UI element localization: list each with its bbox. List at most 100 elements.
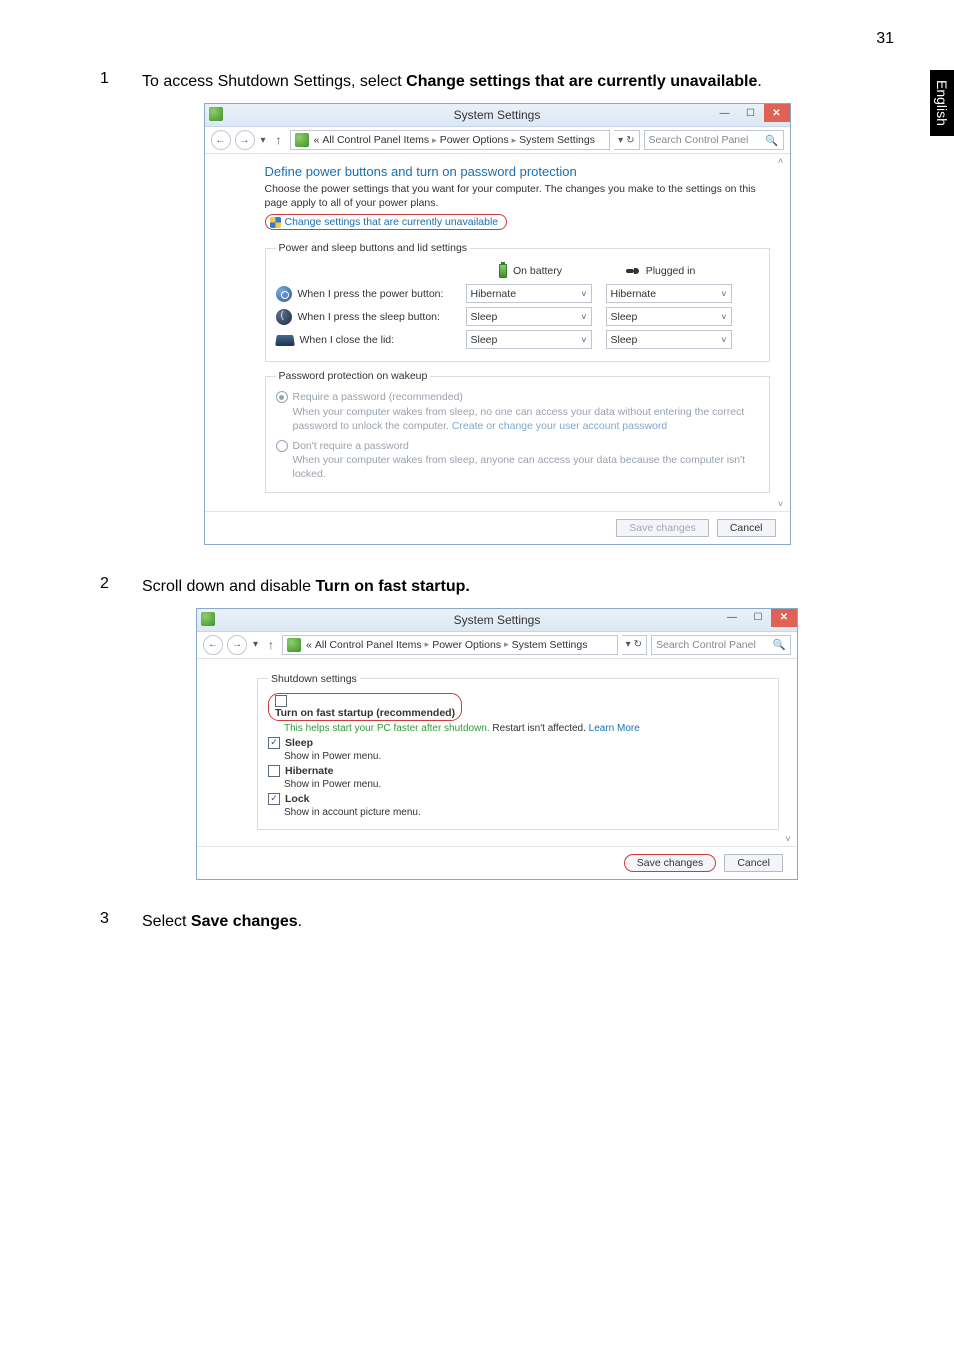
lock-checkbox[interactable]: ✓: [268, 793, 280, 805]
close-button[interactable]: ✕: [771, 609, 797, 627]
power-options-icon: [209, 107, 223, 121]
scroll-up-icon[interactable]: ˄: [774, 156, 788, 166]
group-legend: Password protection on wakeup: [276, 370, 431, 382]
close-button[interactable]: ✕: [764, 104, 790, 122]
sleep-button-battery-select[interactable]: Sleep˅: [466, 307, 592, 326]
sleep-checkbox[interactable]: ✓: [268, 737, 280, 749]
step-2-number: 2: [100, 575, 114, 598]
chevron-down-icon: ˅: [581, 289, 586, 299]
change-settings-link[interactable]: Change settings that are currently unava…: [265, 214, 508, 230]
fast-startup-label: Turn on fast startup (recommended): [275, 707, 455, 719]
window-title: System Settings: [454, 613, 541, 627]
sleep-button-icon: [276, 309, 292, 325]
titlebar: System Settings — ☐ ✕: [197, 609, 797, 632]
refresh-icon[interactable]: ↻: [626, 135, 634, 146]
chevron-down-icon: ˅: [721, 335, 726, 345]
require-password-radio[interactable]: [276, 391, 288, 403]
chevron-right-icon: ▸: [432, 135, 437, 146]
require-password-label: Require a password (recommended): [293, 391, 463, 403]
shutdown-settings-group: Shutdown settings Turn on fast startup (…: [257, 673, 779, 830]
create-password-link[interactable]: Create or change your user account passw…: [452, 420, 667, 432]
power-button-battery-select[interactable]: Hibernate˅: [466, 284, 592, 303]
history-dropdown-icon[interactable]: ▾: [259, 135, 268, 146]
page-description: Choose the power settings that you want …: [265, 183, 770, 210]
search-input[interactable]: Search Control Panel 🔍: [651, 635, 791, 655]
power-button-icon: [276, 286, 292, 302]
close-lid-label: When I close the lid:: [276, 334, 466, 346]
lock-label: Lock: [285, 793, 310, 805]
hibernate-checkbox[interactable]: [268, 765, 280, 777]
password-protection-group: Password protection on wakeup Require a …: [265, 370, 770, 492]
minimize-button[interactable]: —: [719, 609, 745, 627]
plugged-in-header: Plugged in: [596, 265, 726, 277]
power-options-icon: [295, 133, 309, 147]
history-dropdown-icon[interactable]: ▾: [251, 639, 260, 650]
shield-icon: [270, 217, 281, 228]
sleep-button-plugged-select[interactable]: Sleep˅: [606, 307, 732, 326]
power-button-label: When I press the power button:: [276, 286, 466, 302]
chevron-right-icon: ▸: [425, 639, 430, 650]
on-battery-header: On battery: [466, 264, 596, 278]
dropdown-icon[interactable]: ▾: [618, 135, 623, 146]
lock-description: Show in account picture menu.: [284, 807, 768, 818]
back-button[interactable]: ←: [211, 130, 231, 150]
save-changes-button[interactable]: Save changes: [624, 854, 717, 872]
titlebar: System Settings — ☐ ✕: [205, 104, 790, 127]
page-number: 31: [876, 30, 894, 48]
sleep-description: Show in Power menu.: [284, 751, 768, 762]
search-icon: 🔍: [773, 638, 786, 651]
system-settings-window-1: System Settings — ☐ ✕ ← → ▾ ↑ « All Cont…: [204, 103, 791, 544]
refresh-icon[interactable]: ↻: [634, 639, 642, 650]
battery-icon: [499, 264, 507, 278]
up-button[interactable]: ↑: [272, 133, 286, 147]
minimize-button[interactable]: —: [712, 104, 738, 122]
back-button[interactable]: ←: [203, 635, 223, 655]
maximize-button[interactable]: ☐: [738, 104, 764, 122]
chevron-down-icon: ˅: [581, 335, 586, 345]
window-title: System Settings: [454, 108, 541, 122]
fast-startup-checkbox[interactable]: [275, 695, 287, 707]
step-3-text: Select Save changes.: [142, 910, 302, 933]
breadcrumb[interactable]: « All Control Panel Items ▸ Power Option…: [282, 635, 618, 655]
group-legend: Power and sleep buttons and lid settings: [276, 242, 471, 254]
group-legend: Shutdown settings: [268, 673, 360, 685]
chevron-right-icon: ▸: [504, 639, 509, 650]
search-input[interactable]: Search Control Panel 🔍: [644, 130, 784, 150]
dont-require-password-radio[interactable]: [276, 440, 288, 452]
up-button[interactable]: ↑: [264, 638, 278, 652]
fast-startup-highlight: Turn on fast startup (recommended): [268, 693, 462, 721]
cancel-button[interactable]: Cancel: [724, 854, 783, 872]
scroll-down-icon[interactable]: ˅: [781, 834, 795, 844]
forward-button[interactable]: →: [235, 130, 255, 150]
power-sleep-group: Power and sleep buttons and lid settings…: [265, 242, 770, 362]
chevron-down-icon: ˅: [721, 289, 726, 299]
search-icon: 🔍: [765, 134, 778, 147]
power-button-plugged-select[interactable]: Hibernate˅: [606, 284, 732, 303]
fast-startup-description: This helps start your PC faster after sh…: [284, 723, 768, 734]
laptop-lid-icon: [275, 335, 295, 346]
power-options-icon: [201, 612, 215, 626]
breadcrumb[interactable]: « All Control Panel Items ▸ Power Option…: [290, 130, 611, 150]
dont-require-password-label: Don't require a password: [293, 440, 409, 452]
close-lid-battery-select[interactable]: Sleep˅: [466, 330, 592, 349]
maximize-button[interactable]: ☐: [745, 609, 771, 627]
hibernate-description: Show in Power menu.: [284, 779, 768, 790]
page-heading: Define power buttons and turn on passwor…: [265, 164, 770, 179]
step-1-number: 1: [100, 70, 114, 93]
scroll-down-icon[interactable]: ˅: [774, 499, 788, 509]
chevron-down-icon: ˅: [581, 312, 586, 322]
sleep-button-label: When I press the sleep button:: [276, 309, 466, 325]
cancel-button[interactable]: Cancel: [717, 519, 776, 537]
save-changes-button[interactable]: Save changes: [616, 519, 709, 537]
dont-require-password-description: When your computer wakes from sleep, any…: [293, 454, 746, 480]
close-lid-plugged-select[interactable]: Sleep˅: [606, 330, 732, 349]
forward-button[interactable]: →: [227, 635, 247, 655]
language-tab: English: [930, 70, 954, 136]
dropdown-icon[interactable]: ▾: [626, 639, 631, 650]
learn-more-link[interactable]: Learn More: [589, 723, 640, 734]
sleep-label: Sleep: [285, 737, 313, 749]
power-options-icon: [287, 638, 301, 652]
step-2-text: Scroll down and disable Turn on fast sta…: [142, 575, 470, 598]
hibernate-label: Hibernate: [285, 765, 333, 777]
plug-icon: [626, 266, 640, 276]
